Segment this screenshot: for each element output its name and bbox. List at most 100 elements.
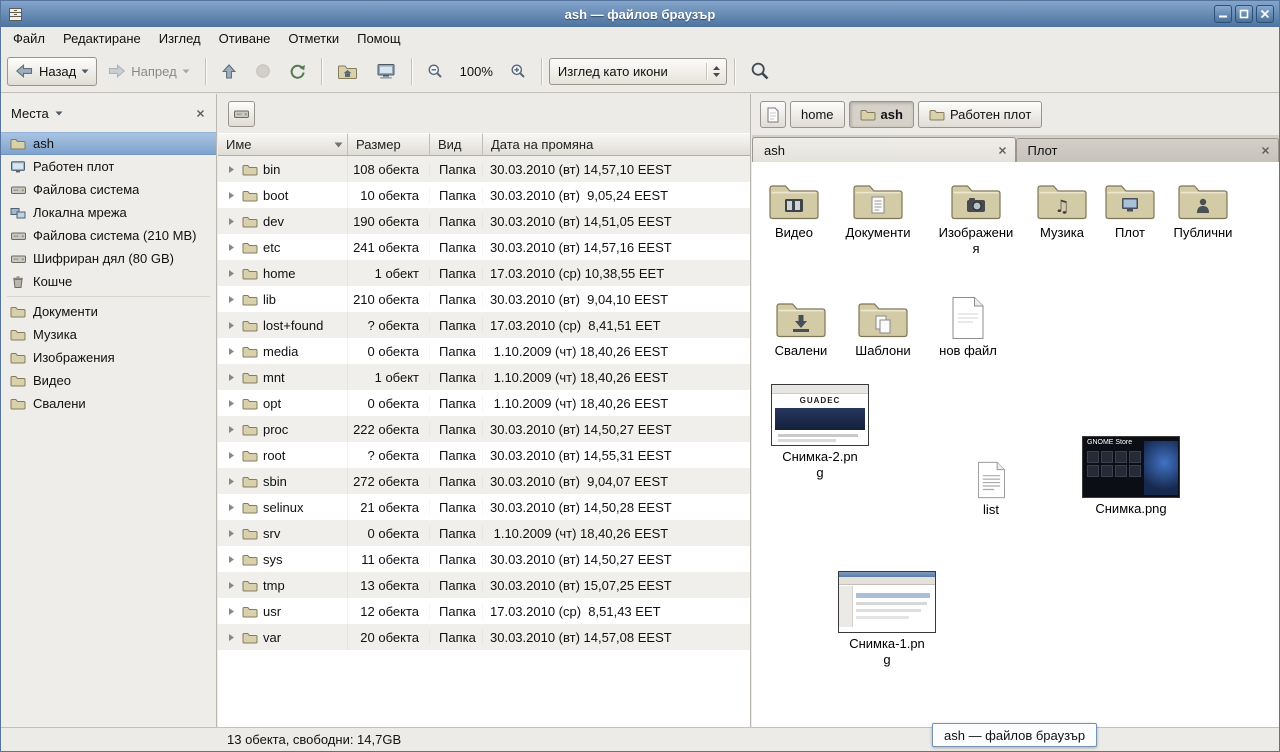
sidebar-bookmark-item[interactable]: Свалени [1,392,216,415]
tree-row[interactable]: lib 210 обекта Папка 30.03.2010 (вт) 9,0… [218,286,750,312]
tab-close-icon[interactable] [997,145,1008,156]
search-button[interactable] [742,57,778,86]
menu-item[interactable]: Отметки [279,28,348,49]
zoom-in-button[interactable] [502,57,534,86]
expander-icon[interactable] [227,399,237,408]
file-icon-item[interactable]: GUADEC Снимка-2.png [770,384,870,482]
reload-button[interactable] [281,57,314,86]
expander-icon[interactable] [227,425,237,434]
tree-row[interactable]: root ? обекта Папка 30.03.2010 (вт) 14,5… [218,442,750,468]
view-mode-select[interactable]: Изглед като икони [549,58,727,85]
expander-icon[interactable] [227,581,237,590]
expander-icon[interactable] [227,633,237,642]
expander-icon[interactable] [227,243,237,252]
tree-row[interactable]: home 1 обект Папка 17.03.2010 (ср) 10,38… [218,260,750,286]
file-icon-item[interactable]: Изображения [936,176,1016,258]
home-button[interactable] [329,57,366,86]
menu-item[interactable]: Редактиране [54,28,150,49]
tree-row[interactable]: dev 190 обекта Папка 30.03.2010 (вт) 14,… [218,208,750,234]
expander-icon[interactable] [227,191,237,200]
path-button[interactable]: ash [849,101,914,128]
window-menu-icon[interactable] [8,7,23,22]
expander-icon[interactable] [227,477,237,486]
maximize-button[interactable] [1235,5,1253,23]
tree-row[interactable]: usr 12 обекта Папка 17.03.2010 (ср) 8,51… [218,598,750,624]
file-icon-item[interactable]: Шаблони [843,294,923,359]
sidebar-close-icon[interactable] [194,107,207,120]
menu-item[interactable]: Отиване [210,28,280,49]
sidebar-place-item[interactable]: Шифриран дял (80 GB) [1,247,216,270]
sidebar-place-item[interactable]: Файлова система (210 MB) [1,224,216,247]
tree-row[interactable]: media 0 обекта Папка 1.10.2009 (чт) 18,4… [218,338,750,364]
tab[interactable]: ash [752,137,1016,162]
close-button[interactable] [1256,5,1274,23]
tree-row[interactable]: lost+found ? обекта Папка 17.03.2010 (ср… [218,312,750,338]
sidebar-bookmark-item[interactable]: Музика [1,323,216,346]
tree-row[interactable]: selinux 21 обекта Папка 30.03.2010 (вт) … [218,494,750,520]
column-header[interactable]: Вид [430,133,483,156]
root-location-button[interactable] [228,101,255,127]
tree-row[interactable]: sbin 272 обекта Папка 30.03.2010 (вт) 9,… [218,468,750,494]
zoom-out-button[interactable] [419,57,451,86]
expander-icon[interactable] [227,295,237,304]
taskbar-window-button[interactable]: ash — файлов браузър [932,723,1097,747]
stop-button[interactable] [247,57,279,86]
file-icon-item[interactable]: GNOME Store Снимка.png [1081,436,1181,517]
file-icon-item[interactable]: list [951,453,1031,518]
tree-row[interactable]: sys 11 обекта Папка 30.03.2010 (вт) 14,5… [218,546,750,572]
column-header[interactable]: Размер [348,133,430,156]
file-icon-item[interactable]: Видео [754,176,834,241]
up-button[interactable] [213,57,245,86]
sidebar-bookmark-item[interactable]: Видео [1,369,216,392]
sidebar-place-item[interactable]: Кошче [1,270,216,293]
icon-view[interactable]: Видео Документи Изображения ♫ Музика [752,162,1279,727]
menu-item[interactable]: Изглед [150,28,210,49]
expander-icon[interactable] [227,529,237,538]
tree-row[interactable]: opt 0 обекта Папка 1.10.2009 (чт) 18,40,… [218,390,750,416]
expander-icon[interactable] [227,347,237,356]
file-icon-item[interactable]: нов файл [928,294,1008,359]
tree-row[interactable]: proc 222 обекта Папка 30.03.2010 (вт) 14… [218,416,750,442]
expander-icon[interactable] [227,373,237,382]
tree-row[interactable]: bin 108 обекта Папка 30.03.2010 (вт) 14,… [218,156,750,182]
file-icon-item[interactable]: Документи [838,176,918,241]
file-icon-item[interactable]: Снимка-1.png [837,571,937,669]
expander-icon[interactable] [227,555,237,564]
combo-arrows-icon[interactable] [712,65,721,78]
expander-icon[interactable] [227,607,237,616]
file-icon-item[interactable]: Публични [1163,176,1243,241]
sidebar-bookmark-item[interactable]: Документи [1,300,216,323]
expander-icon[interactable] [227,503,237,512]
titlebar[interactable]: ash — файлов браузър [1,1,1279,27]
forward-button[interactable]: Напред [99,57,197,86]
sidebar-place-item[interactable]: ash [1,132,216,155]
expander-icon[interactable] [227,165,237,174]
menu-item[interactable]: Помощ [348,28,409,49]
expander-icon[interactable] [227,217,237,226]
tab-close-icon[interactable] [1260,145,1271,156]
column-header[interactable]: Дата на промяна [483,133,750,156]
file-icon-item[interactable]: Плот [1090,176,1170,241]
file-icon-item[interactable]: Свалени [761,294,841,359]
sidebar-place-item[interactable]: Локална мрежа [1,201,216,224]
menu-item[interactable]: Файл [4,28,54,49]
expander-icon[interactable] [227,321,237,330]
path-button[interactable]: Работен плот [918,101,1042,128]
tree-row[interactable]: boot 10 обекта Папка 30.03.2010 (вт) 9,0… [218,182,750,208]
sidebar-place-item[interactable]: Работен плот [1,155,216,178]
expander-icon[interactable] [227,451,237,460]
back-dropdown-icon[interactable] [81,69,89,74]
back-button[interactable]: Назад [7,57,97,86]
tree-row[interactable]: etc 241 обекта Папка 30.03.2010 (вт) 14,… [218,234,750,260]
tab[interactable]: Плот [1016,138,1280,162]
computer-button[interactable] [368,57,404,86]
path-button[interactable]: home [790,101,845,128]
pathbar-edit-button[interactable] [760,101,786,128]
tree-row[interactable]: srv 0 обекта Папка 1.10.2009 (чт) 18,40,… [218,520,750,546]
sidebar-place-item[interactable]: Файлова система [1,178,216,201]
tree-row[interactable]: var 20 обекта Папка 30.03.2010 (вт) 14,5… [218,624,750,650]
minimize-button[interactable] [1214,5,1232,23]
tree-row[interactable]: mnt 1 обект Папка 1.10.2009 (чт) 18,40,2… [218,364,750,390]
column-header[interactable]: Име [218,133,348,156]
tree-row[interactable]: tmp 13 обекта Папка 30.03.2010 (вт) 15,0… [218,572,750,598]
